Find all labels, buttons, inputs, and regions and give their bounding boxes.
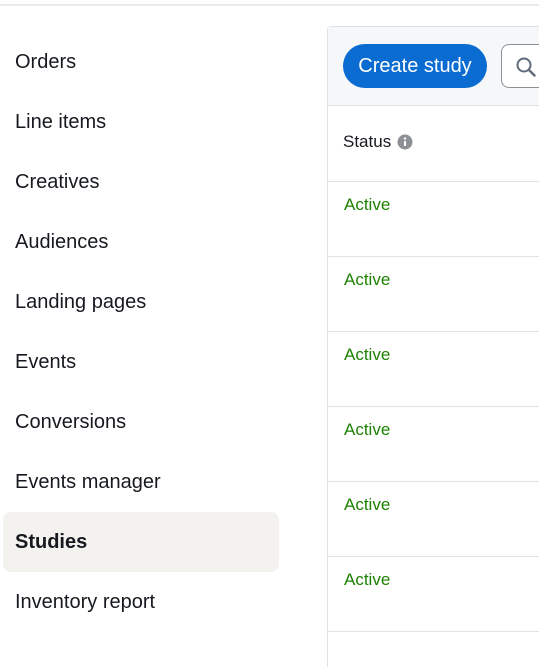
status-cell: Active — [344, 345, 391, 364]
status-cell: Active — [344, 270, 391, 289]
sidebar-item-studies[interactable]: Studies — [3, 512, 279, 572]
column-header-status[interactable]: Status — [343, 132, 413, 152]
column-header-label: Status — [343, 132, 392, 151]
sidebar-item-label: Conversions — [15, 410, 127, 433]
table-row[interactable]: Active — [328, 482, 539, 557]
sidebar-item-label: Events — [15, 350, 77, 373]
search-input[interactable] — [501, 44, 539, 88]
sidebar-item-label: Orders — [15, 50, 77, 73]
status-cell: Active — [344, 195, 391, 214]
table-row[interactable]: Active — [328, 182, 539, 257]
sidebar-item-line-items[interactable]: Line items — [3, 92, 279, 152]
table-header: Status — [328, 106, 539, 182]
sidebar-item-landing-pages[interactable]: Landing pages — [3, 272, 279, 332]
studies-panel: Create study Status Active Active Active… — [327, 26, 539, 667]
sidebar-item-conversions[interactable]: Conversions — [3, 392, 279, 452]
sidebar-item-label: Inventory report — [15, 590, 156, 613]
top-divider — [0, 4, 539, 6]
sidebar-item-audiences[interactable]: Audiences — [3, 212, 279, 272]
sidebar-item-events[interactable]: Events — [3, 332, 279, 392]
table-row[interactable]: Active — [328, 557, 539, 632]
sidebar-item-orders[interactable]: Orders — [3, 32, 279, 92]
sidebar-item-label: Creatives — [15, 170, 100, 193]
table-row[interactable]: Active — [328, 257, 539, 332]
search-icon — [516, 57, 536, 77]
info-icon[interactable] — [397, 134, 413, 150]
sidebar-item-label: Events manager — [15, 470, 161, 493]
create-study-button[interactable]: Create study — [343, 44, 487, 88]
sidebar-item-inventory-report[interactable]: Inventory report — [3, 572, 279, 632]
table-row[interactable]: Active — [328, 407, 539, 482]
status-cell: Active — [344, 420, 391, 439]
sidebar-item-events-manager[interactable]: Events manager — [3, 452, 279, 512]
sidebar-item-label: Audiences — [15, 230, 109, 253]
status-cell: Active — [344, 570, 391, 589]
status-cell: Active — [344, 495, 391, 514]
sidebar-item-label: Landing pages — [15, 290, 147, 313]
sidebar-item-label: Line items — [15, 110, 107, 133]
toolbar: Create study — [328, 27, 539, 106]
table-row[interactable]: Active — [328, 332, 539, 407]
sidebar-item-creatives[interactable]: Creatives — [3, 152, 279, 212]
sidebar-item-label: Studies — [15, 530, 88, 553]
